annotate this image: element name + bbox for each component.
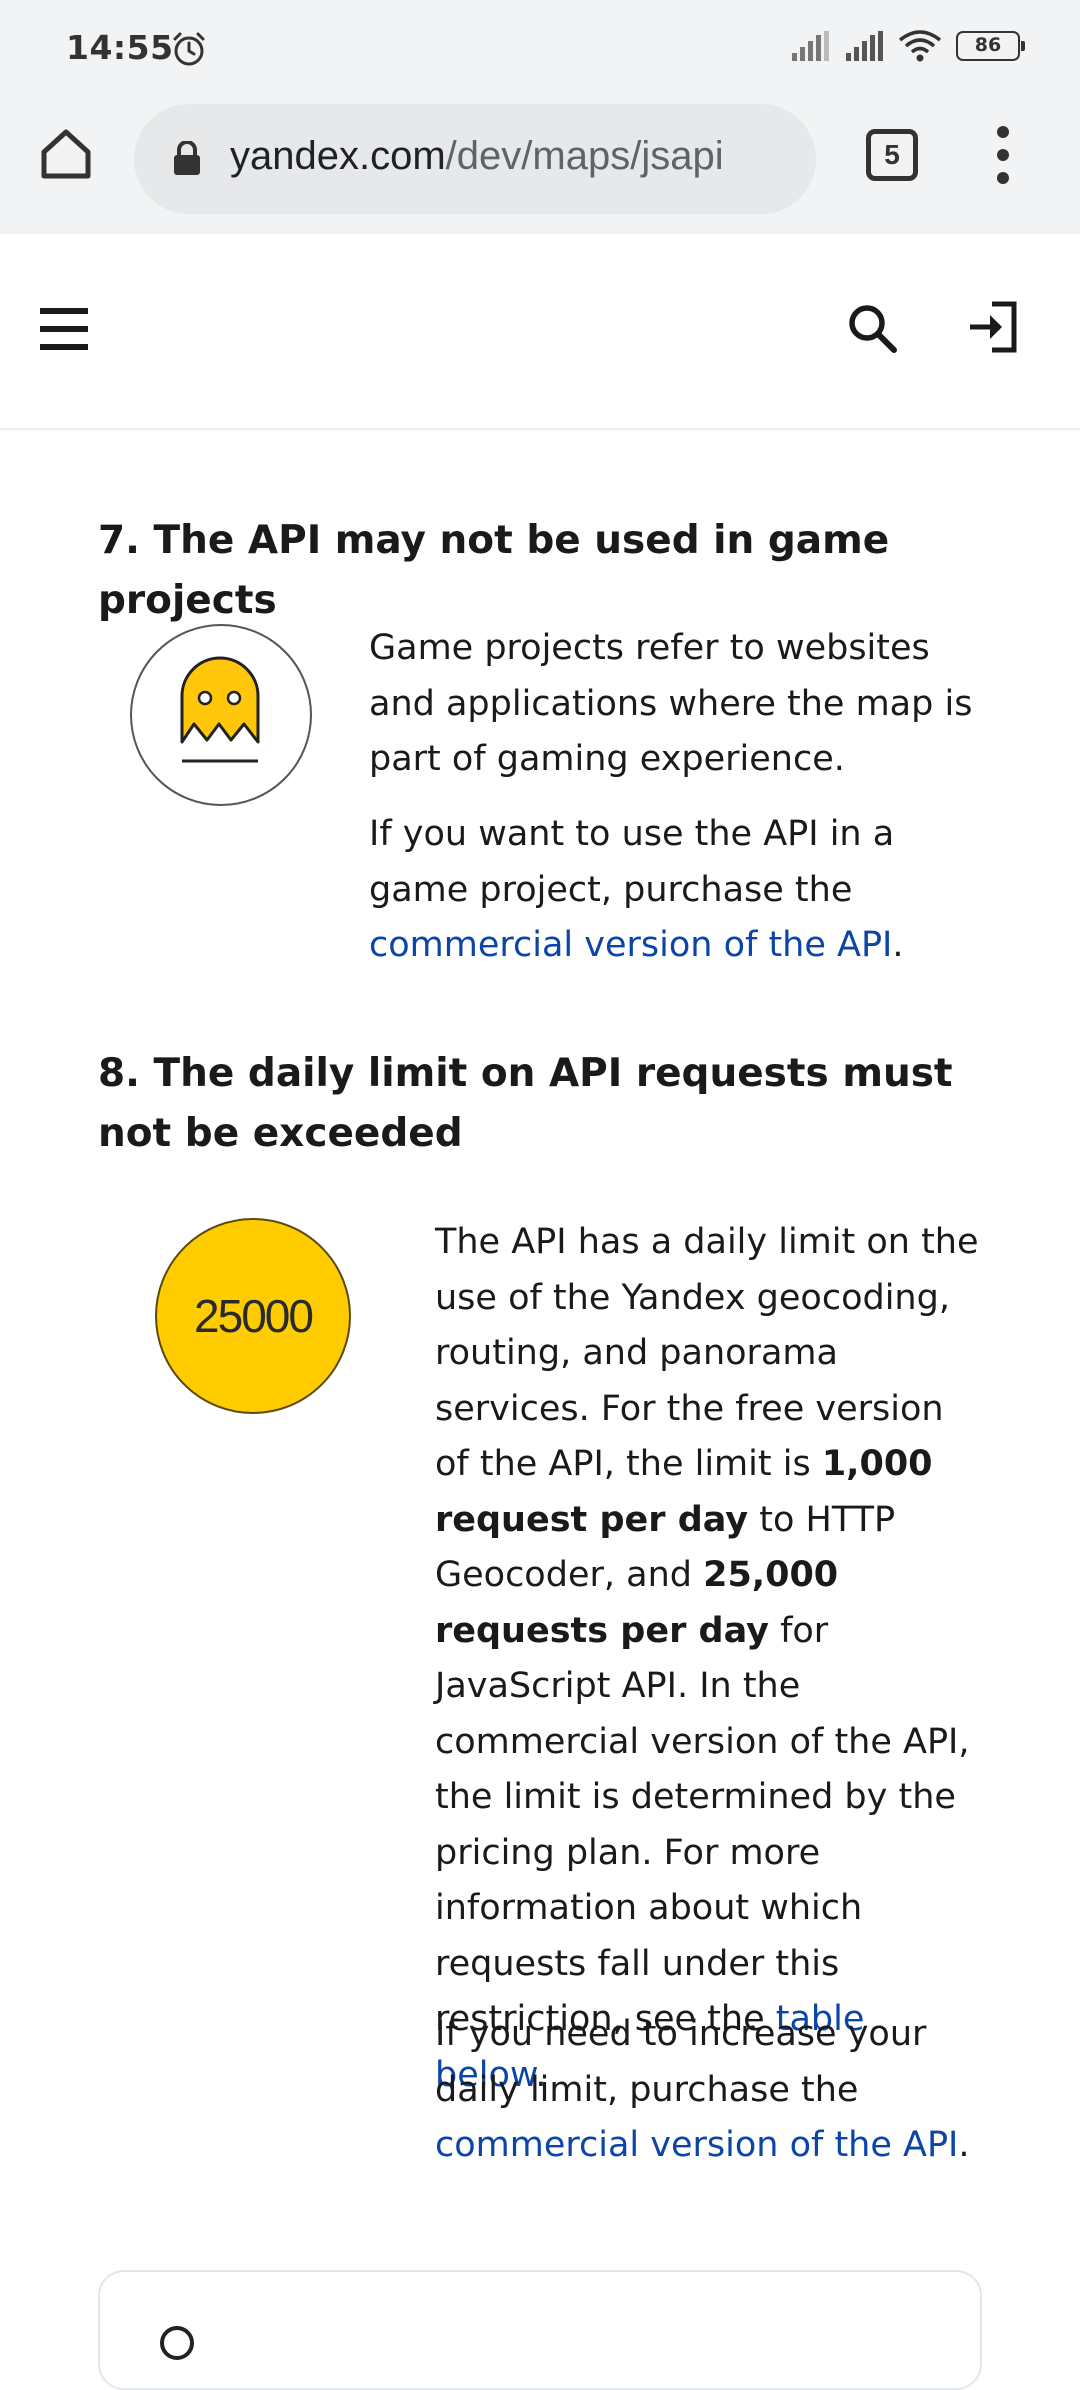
site-header — [0, 234, 1080, 430]
alarm-clock-icon — [173, 32, 205, 66]
section-7-p2-end: . — [892, 925, 904, 965]
battery-level: 86 — [974, 34, 1002, 56]
hamburger-icon[interactable] — [40, 306, 90, 352]
info-card — [98, 2270, 982, 2390]
ghost-icon — [180, 656, 259, 762]
url-domain: yandex.com — [230, 134, 446, 178]
search-icon[interactable] — [846, 302, 898, 354]
status-bar: 14:55 86 — [0, 0, 1080, 96]
battery-icon: 86 — [956, 31, 1025, 61]
section-8-p2-end: . — [958, 2125, 970, 2165]
home-icon[interactable] — [38, 126, 94, 182]
status-time: 14:55 — [66, 28, 174, 67]
more-vert-icon[interactable] — [988, 122, 1018, 188]
section-8-paragraph-1: The API has a daily limit on the use of … — [435, 1215, 980, 2103]
ghost-illustration — [130, 624, 312, 806]
address-bar[interactable]: yandex.com/dev/maps/jsapi — [134, 104, 816, 214]
url-path: /dev/maps/jsapi — [445, 134, 724, 178]
commercial-version-link[interactable]: commercial version of the API — [369, 925, 892, 965]
section-8-paragraph-2: If you need to increase your daily limit… — [435, 2007, 980, 2174]
signal-icon — [792, 31, 829, 61]
status-indicators: 86 — [790, 30, 1025, 62]
tab-switcher-button[interactable]: 5 — [866, 129, 918, 181]
card-icon — [160, 2326, 194, 2360]
section-8-p2-text: If you need to increase your daily limit… — [435, 2014, 927, 2110]
section-8-p1-text: for JavaScript API. In the commercial ve… — [435, 1610, 970, 2040]
section-8-heading: 8. The daily limit on API requests must … — [98, 1051, 953, 1156]
wifi-icon — [898, 30, 942, 62]
section-7-paragraph-1: Game projects refer to websites and appl… — [369, 628, 973, 779]
lock-icon — [174, 141, 200, 175]
commercial-version-link[interactable]: commercial version of the API — [435, 2125, 958, 2165]
section-7-p2-text: If you want to use the API in a game pro… — [369, 814, 895, 910]
request-limit-badge: 25000 — [155, 1218, 351, 1414]
url-text[interactable]: yandex.com/dev/maps/jsapi — [230, 134, 800, 179]
login-icon[interactable] — [966, 300, 1020, 354]
request-limit-value: 25000 — [194, 1290, 314, 1342]
section-7-heading: 7. The API may not be used in game proje… — [98, 518, 890, 623]
browser-toolbar: yandex.com/dev/maps/jsapi 5 — [0, 96, 1080, 234]
section-7-paragraph-2: If you want to use the API in a game pro… — [369, 807, 979, 974]
signal-icon — [846, 31, 883, 61]
